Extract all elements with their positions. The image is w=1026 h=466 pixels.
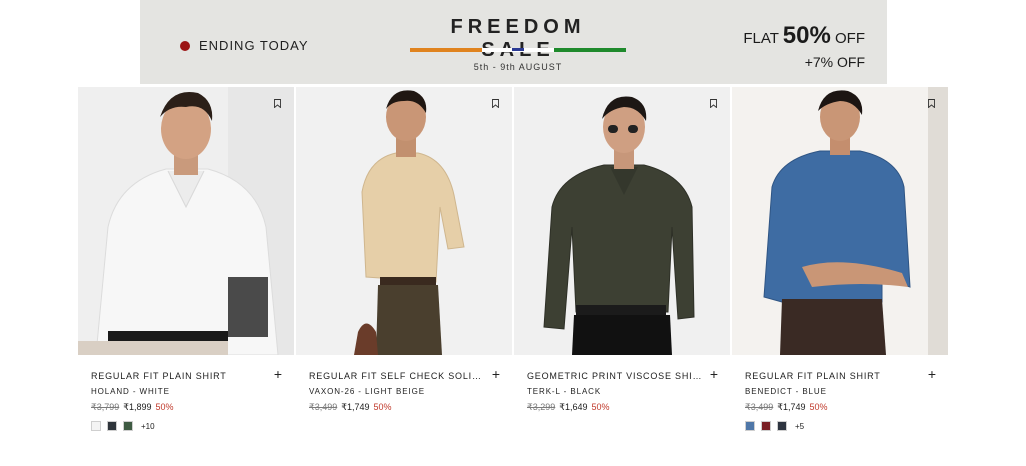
- mrp-price: ₹3,499: [745, 402, 774, 412]
- plus-icon[interactable]: +: [928, 367, 936, 381]
- color-swatches: +5: [745, 421, 804, 431]
- flat-prefix: FLAT: [743, 30, 783, 47]
- mrp-price: ₹3,299: [527, 402, 556, 412]
- flat-value: 50%: [782, 22, 831, 49]
- extra-discount: +7% OFF: [804, 54, 865, 70]
- product-title[interactable]: GEOMETRIC PRINT VISCOSE SHIRT: [527, 371, 705, 381]
- color-swatch[interactable]: [761, 421, 771, 431]
- plus-icon[interactable]: +: [492, 367, 500, 381]
- flat-suffix: OFF: [830, 30, 865, 47]
- discount-percent: 50%: [155, 402, 174, 412]
- sale-price: ₹1,749: [341, 402, 370, 412]
- product-title[interactable]: REGULAR FIT SELF CHECK SOLID SHIRT: [309, 371, 487, 381]
- mrp-price: ₹3,799: [91, 402, 120, 412]
- color-swatches: +10: [91, 421, 155, 431]
- product-brand: VAXON-26 - LIGHT BEIGE: [309, 387, 425, 396]
- product-card[interactable]: REGULAR FIT SELF CHECK SOLID SHIRT + VAX…: [296, 87, 512, 433]
- product-image[interactable]: [514, 87, 730, 355]
- product-card[interactable]: REGULAR FIT PLAIN SHIRT + HOLAND - WHITE…: [78, 87, 294, 433]
- bookmark-icon[interactable]: [274, 99, 281, 108]
- price-row: ₹3,299 ₹1,649 50%: [527, 402, 610, 413]
- product-card[interactable]: GEOMETRIC PRINT VISCOSE SHIRT + TERK-L -…: [514, 87, 730, 433]
- product-title[interactable]: REGULAR FIT PLAIN SHIRT: [91, 371, 269, 381]
- color-swatch[interactable]: [107, 421, 117, 431]
- color-swatch[interactable]: [123, 421, 133, 431]
- sale-price: ₹1,749: [777, 402, 806, 412]
- live-dot-icon: [180, 40, 190, 51]
- plus-icon[interactable]: +: [710, 367, 718, 381]
- more-colors-count[interactable]: +5: [795, 422, 804, 431]
- plus-icon[interactable]: +: [274, 367, 282, 381]
- price-row: ₹3,799 ₹1,899 50%: [91, 402, 174, 413]
- discount-percent: 50%: [591, 402, 610, 412]
- product-title[interactable]: REGULAR FIT PLAIN SHIRT: [745, 371, 923, 381]
- discount-percent: 50%: [809, 402, 828, 412]
- ending-text: ENDING TODAY: [199, 38, 309, 53]
- bookmark-icon[interactable]: [710, 99, 717, 108]
- bookmark-icon[interactable]: [492, 99, 499, 108]
- sale-price: ₹1,899: [123, 402, 152, 412]
- price-row: ₹3,499 ₹1,749 50%: [309, 402, 392, 413]
- flat-discount: FLAT 50% OFF: [743, 22, 865, 50]
- discount-percent: 50%: [373, 402, 392, 412]
- product-image[interactable]: [296, 87, 512, 355]
- sale-price: ₹1,649: [559, 402, 588, 412]
- mrp-price: ₹3,499: [309, 402, 338, 412]
- tricolor-divider: [410, 48, 626, 52]
- bookmark-icon[interactable]: [928, 99, 935, 108]
- sale-dates: 5th - 9th AUGUST: [473, 62, 563, 72]
- more-colors-count[interactable]: +10: [141, 422, 155, 431]
- product-image[interactable]: [78, 87, 294, 355]
- product-image[interactable]: [732, 87, 948, 355]
- product-brand: BENEDICT - BLUE: [745, 387, 827, 396]
- sale-banner[interactable]: ENDING TODAY FREEDOM SALE 5th - 9th AUGU…: [140, 0, 887, 84]
- color-swatch[interactable]: [745, 421, 755, 431]
- product-brand: HOLAND - WHITE: [91, 387, 170, 396]
- ending-today-label: ENDING TODAY: [180, 38, 309, 53]
- sale-title: FREEDOM SALE: [450, 16, 586, 61]
- product-brand: TERK-L - BLACK: [527, 387, 602, 396]
- color-swatch[interactable]: [91, 421, 101, 431]
- price-row: ₹3,499 ₹1,749 50%: [745, 402, 828, 413]
- color-swatch[interactable]: [777, 421, 787, 431]
- product-card[interactable]: REGULAR FIT PLAIN SHIRT + BENEDICT - BLU…: [732, 87, 948, 433]
